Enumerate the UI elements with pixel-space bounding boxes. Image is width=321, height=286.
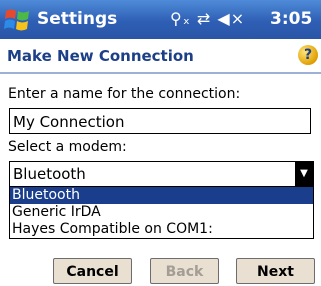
dropdown-arrow-icon[interactable]: ▼ [295,162,313,186]
modem-selected-value: Bluetooth [13,165,86,183]
modem-option[interactable]: Bluetooth [10,187,313,204]
back-button[interactable]: Back [150,258,219,284]
connection-name-input[interactable]: My Connection [9,108,311,134]
app-title: Settings [37,9,118,29]
modem-select[interactable]: Bluetooth ▼ [9,161,314,187]
page-header: Make New Connection ? [0,39,321,74]
next-button[interactable]: Next [236,258,315,284]
modem-dropdown-list: Bluetooth Generic IrDA Hayes Compatible … [9,187,314,239]
cancel-button[interactable]: Cancel [53,258,132,284]
title-bar: Settings ⚲ₓ ⇄ ◀× 3:05 [0,0,321,39]
modem-option[interactable]: Generic IrDA [10,204,313,221]
connectivity-volume-icons[interactable]: ⚲ₓ ⇄ ◀× [170,9,245,28]
modem-label: Select a modem: [8,139,127,155]
modem-option[interactable]: Hayes Compatible on COM1: [10,221,313,238]
clock[interactable]: 3:05 [270,9,312,29]
windows-start-icon[interactable] [3,5,33,35]
connection-name-label: Enter a name for the connection: [8,86,241,102]
page-title: Make New Connection [7,47,194,65]
help-icon[interactable]: ? [298,45,318,65]
